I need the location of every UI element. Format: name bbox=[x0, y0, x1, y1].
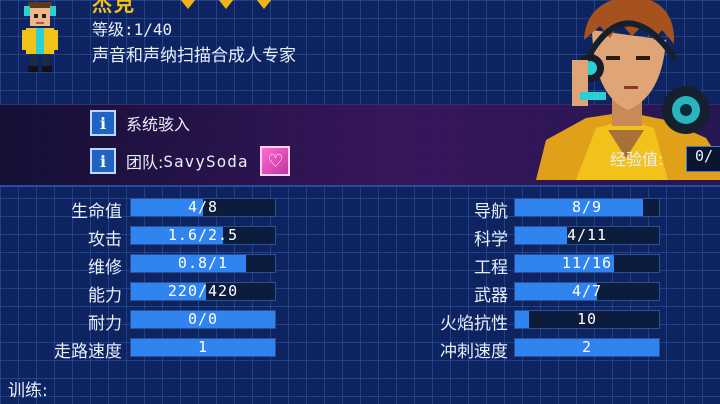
star-icon bbox=[218, 0, 234, 9]
stat-bar: 4/7 bbox=[514, 282, 660, 301]
xp-value: 0/ bbox=[686, 146, 720, 172]
stat-label: 生命值 bbox=[71, 202, 122, 222]
stat-bar: 10 bbox=[514, 310, 660, 329]
stat-bar: 0.8/1 bbox=[130, 254, 276, 273]
stat-label: 冲刺速度 bbox=[440, 342, 508, 362]
entry-text: 系统骇入 bbox=[126, 115, 191, 134]
team-row: i 团队: SavySoda ♡ bbox=[90, 146, 291, 176]
stat-label: 攻击 bbox=[88, 230, 122, 250]
heart-badge-icon[interactable]: ♡ bbox=[260, 146, 291, 176]
character-title: 声音和声纳扫描合成人专家 bbox=[92, 46, 296, 66]
stat-label: 走路速度 bbox=[54, 342, 122, 362]
stat-label: 工程 bbox=[474, 258, 508, 278]
info-icon[interactable]: i bbox=[90, 148, 116, 174]
stat-bar: 2 bbox=[514, 338, 660, 357]
stat-label: 火焰抗性 bbox=[440, 314, 508, 334]
stat-value: 0/0 bbox=[187, 310, 219, 328]
entry-row: i 系统骇入 bbox=[90, 110, 190, 136]
rank-stars bbox=[180, 0, 294, 9]
character-name: 杰克 bbox=[92, 0, 136, 16]
stat-value: 10 bbox=[576, 310, 598, 328]
stat-value: 2 bbox=[581, 338, 593, 356]
crew-avatar-icon bbox=[22, 2, 58, 72]
stat-label: 能力 bbox=[88, 286, 122, 306]
stat-label: 科学 bbox=[474, 230, 508, 250]
team-name: SavySoda bbox=[163, 151, 249, 171]
stat-value: 1.6/2.5 bbox=[167, 226, 239, 244]
training-label: 训练: bbox=[8, 381, 48, 401]
info-icon[interactable]: i bbox=[90, 110, 116, 136]
stat-value: 220/420 bbox=[167, 282, 239, 300]
stat-label: 维修 bbox=[88, 258, 122, 278]
star-icon bbox=[180, 0, 196, 9]
stat-value: 4/7 bbox=[571, 282, 603, 300]
stat-label: 武器 bbox=[474, 286, 508, 306]
stat-bar: 4/11 bbox=[514, 226, 660, 245]
star-icon bbox=[256, 0, 272, 9]
stat-value: 0.8/1 bbox=[177, 254, 229, 272]
stat-value: 8/9 bbox=[571, 198, 603, 216]
stat-bar: 1.6/2.5 bbox=[130, 226, 276, 245]
stat-bar: 1 bbox=[130, 338, 276, 357]
stat-bar: 220/420 bbox=[130, 282, 276, 301]
stat-bar: 4/8 bbox=[130, 198, 276, 217]
stat-value: 4/11 bbox=[566, 226, 608, 244]
stat-label: 导航 bbox=[474, 202, 508, 222]
team-prefix: 团队: bbox=[126, 153, 164, 172]
stat-value: 4/8 bbox=[187, 198, 219, 216]
stat-bar: 0/0 bbox=[130, 310, 276, 329]
stat-bar: 11/16 bbox=[514, 254, 660, 273]
stat-label: 耐力 bbox=[88, 314, 122, 334]
character-level: 等级:1/40 bbox=[92, 20, 173, 39]
stat-value: 11/16 bbox=[561, 254, 613, 272]
xp-label: 经验值: bbox=[610, 150, 664, 169]
stat-bar: 8/9 bbox=[514, 198, 660, 217]
stat-value: 1 bbox=[197, 338, 209, 356]
